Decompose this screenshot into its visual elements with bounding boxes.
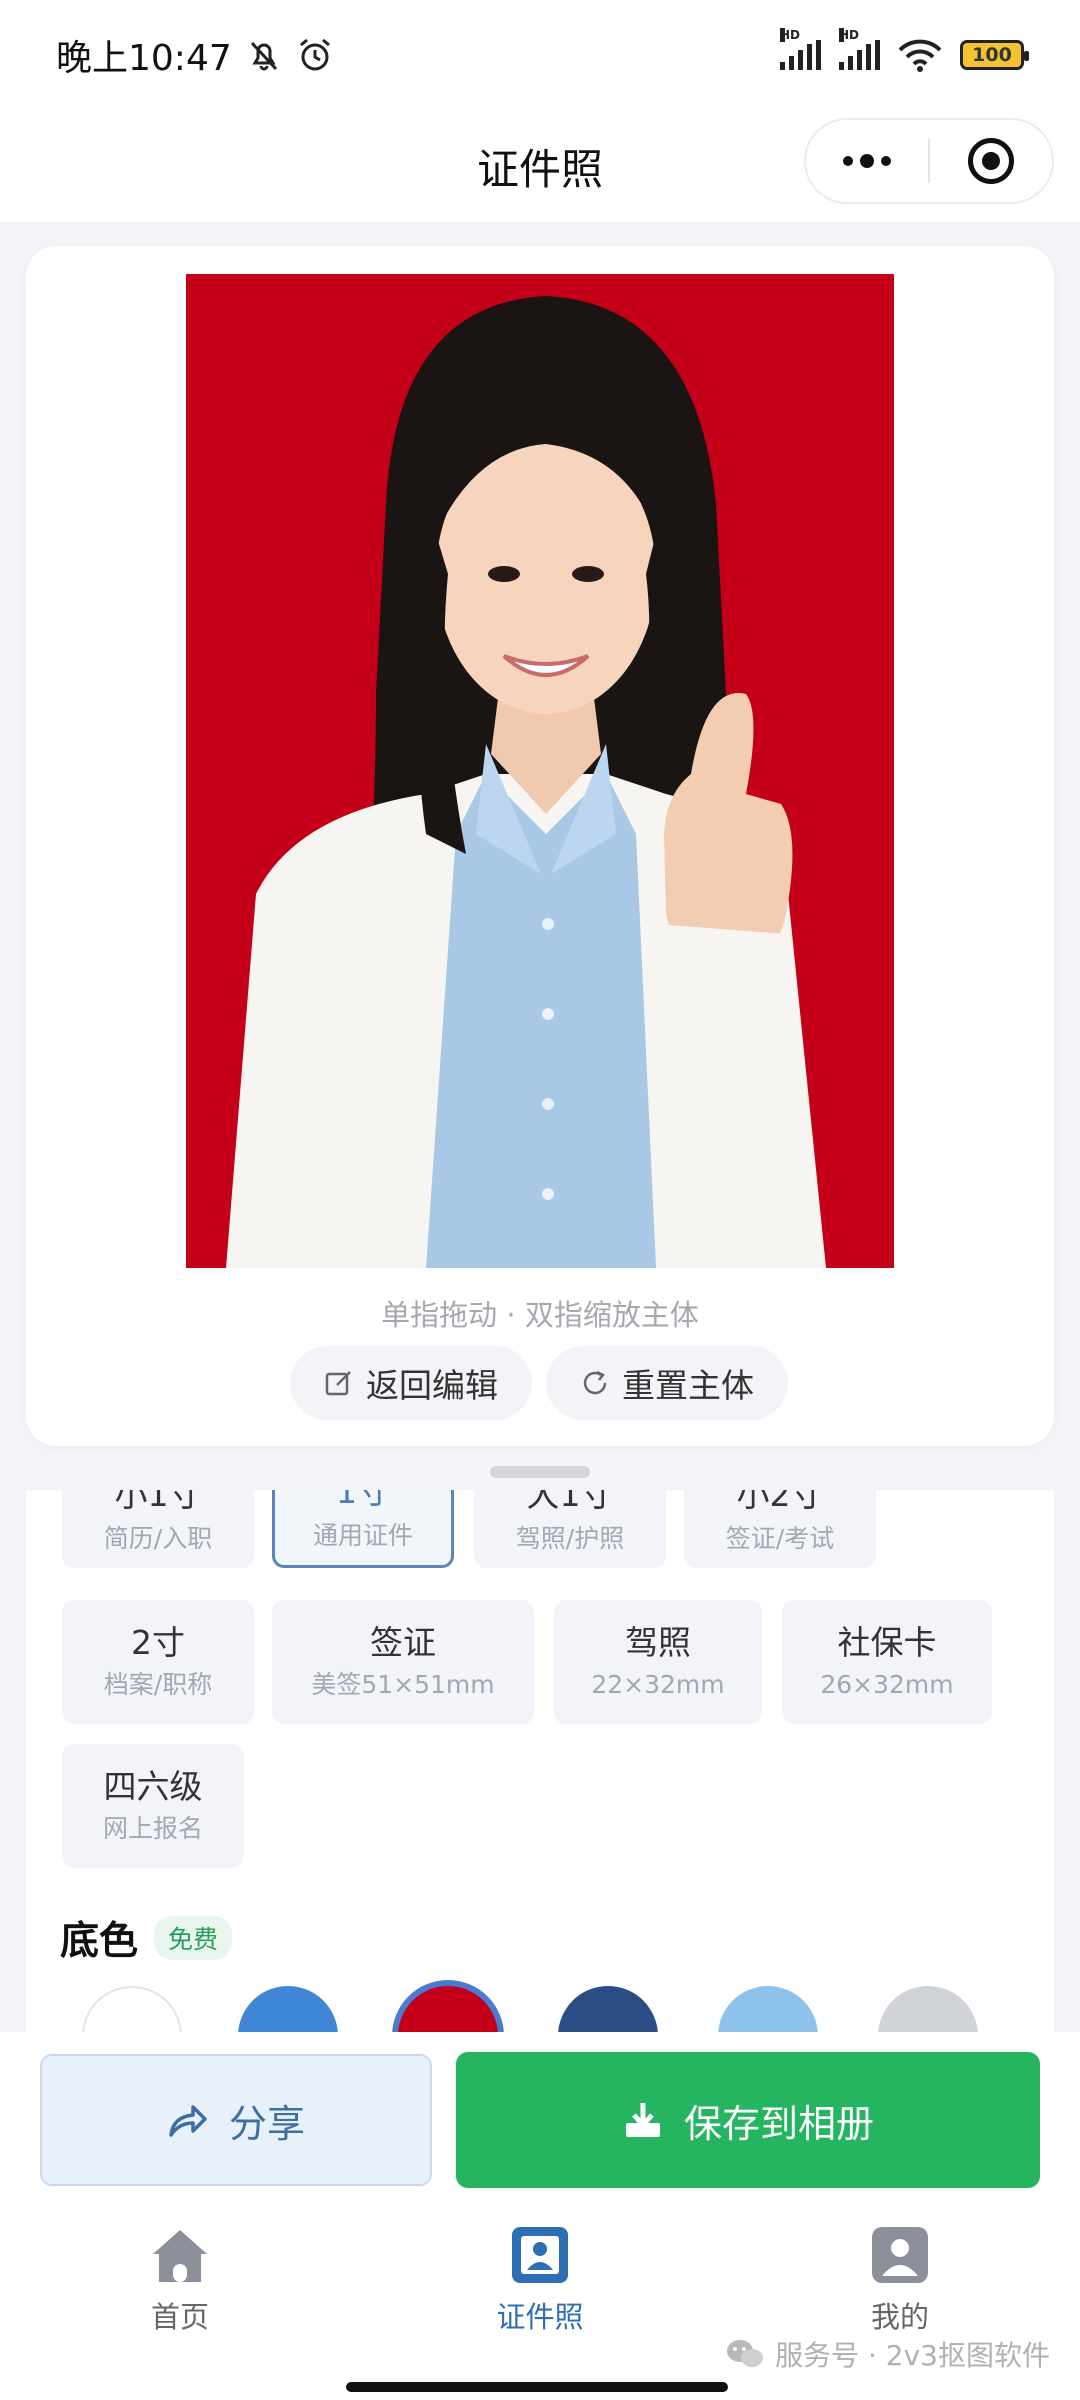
- gesture-hint: 单指拖动 · 双指缩放主体: [381, 1298, 699, 1332]
- tab-mine-label: 我的: [870, 2300, 929, 2334]
- size-option-driver-license[interactable]: 驾照 22×32mm: [554, 1600, 762, 1724]
- photo-preview-card: 单指拖动 · 双指缩放主体 返回编辑 重置主体: [26, 246, 1054, 1446]
- size-option-large-1[interactable]: 大1寸 驾照/护照: [474, 1490, 666, 1568]
- watermark-text: 服务号 · 2v3抠图软件: [775, 2339, 1050, 2372]
- reset-subject-label: 重置主体: [622, 1366, 754, 1405]
- size-option-1-inch[interactable]: 1寸 通用证件: [272, 1490, 454, 1568]
- id-photo-icon: [512, 2227, 568, 2283]
- status-left: 晚上10:47: [56, 29, 334, 81]
- portrait-image: [226, 296, 826, 1268]
- size-option-social-security[interactable]: 社保卡 26×32mm: [782, 1600, 992, 1724]
- reset-icon: [583, 1370, 607, 1395]
- signal-1-icon: HD: [780, 28, 821, 70]
- nav-bar: 证件照: [0, 110, 1080, 222]
- bell-muted-icon: [250, 41, 277, 71]
- status-right: HD HD 100: [780, 28, 1029, 72]
- save-label: 保存到相册: [683, 2101, 874, 2146]
- tab-home-label: 首页: [150, 2300, 209, 2334]
- tab-id-photo-label: 证件照: [496, 2300, 584, 2334]
- back-to-edit-button[interactable]: 返回编辑: [290, 1346, 532, 1420]
- background-color-heading: 底色 免费: [60, 1910, 233, 1966]
- target-icon: [968, 138, 1014, 184]
- wifi-icon: [898, 39, 942, 72]
- save-to-album-button[interactable]: 保存到相册: [456, 2052, 1040, 2188]
- alarm-icon: [299, 38, 330, 71]
- more-dots-icon: [843, 154, 891, 168]
- signal-2-icon: HD: [839, 28, 880, 70]
- back-to-edit-label: 返回编辑: [366, 1366, 498, 1405]
- reset-subject-button[interactable]: 重置主体: [546, 1346, 788, 1420]
- status-time: 晚上10:47: [56, 38, 232, 79]
- close-program-button[interactable]: [930, 120, 1052, 202]
- id-photo-preview[interactable]: [186, 274, 894, 1268]
- background-color-title: 底色: [60, 1919, 139, 1964]
- profile-icon: [872, 2227, 928, 2283]
- size-option-small-1[interactable]: 小1寸 简历/入职: [62, 1490, 254, 1568]
- size-option-small-2[interactable]: 小2寸 签证/考试: [684, 1490, 876, 1568]
- free-badge: 免费: [154, 1916, 233, 1960]
- home-icon: [153, 2230, 207, 2282]
- share-icon: [169, 2105, 207, 2137]
- size-option-cet[interactable]: 四六级 网上报名: [62, 1744, 244, 1868]
- home-indicator: [346, 2382, 728, 2392]
- size-options-panel: 小1寸 简历/入职 1寸 通用证件 大1寸 驾照/护照 小2寸 签证/考试 2寸…: [26, 1490, 1054, 2050]
- tab-mine[interactable]: 我的: [800, 2224, 1000, 2336]
- edit-icon: [325, 1371, 351, 1396]
- size-option-2-inch[interactable]: 2寸 档案/职称: [62, 1600, 254, 1724]
- wechat-icon: [727, 2340, 764, 2367]
- share-label: 分享: [228, 2101, 305, 2146]
- status-bar: 晚上10:47 HD HD 100: [0, 0, 1080, 110]
- download-icon: [625, 2103, 660, 2137]
- battery-icon: 100: [960, 40, 1029, 70]
- tab-home[interactable]: 首页: [80, 2224, 280, 2336]
- sheet-drag-handle[interactable]: [490, 1466, 590, 1478]
- more-button[interactable]: [806, 120, 928, 202]
- page-title: 证件照: [476, 144, 603, 194]
- action-bar: 分享 保存到相册: [0, 2032, 1080, 2210]
- bottom-tab-bar: 首页 证件照 我的 服务号 · 2v3抠图软件: [0, 2210, 1080, 2400]
- size-option-visa[interactable]: 签证 美签51×51mm: [272, 1600, 534, 1724]
- tab-id-photo[interactable]: 证件照: [440, 2224, 640, 2336]
- watermark: 服务号 · 2v3抠图软件: [725, 2334, 1050, 2374]
- mini-program-capsule: [804, 118, 1054, 204]
- share-button[interactable]: 分享: [40, 2054, 432, 2186]
